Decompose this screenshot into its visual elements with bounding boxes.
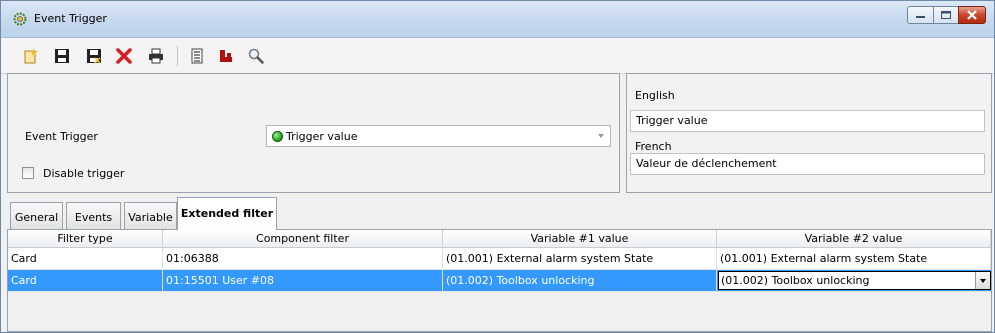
print-icon [149, 48, 163, 64]
new-icon [24, 48, 38, 64]
save-close-button[interactable] [85, 47, 103, 65]
column-header-component-filter[interactable]: Component filter [163, 230, 443, 247]
cell-component-filter[interactable]: 01:15501 User #08 [163, 270, 443, 291]
delete-button[interactable] [115, 47, 133, 65]
translations-panel: English Trigger value French Valeur de d… [626, 73, 992, 193]
save-button[interactable] [53, 47, 71, 65]
english-label: English [635, 89, 675, 102]
french-field[interactable]: Valeur de déclenchement [630, 153, 985, 175]
list-icon [191, 48, 203, 64]
column-header-variable-2[interactable]: Variable #2 value [717, 230, 991, 247]
cell-component-filter[interactable]: 01:06388 [163, 248, 443, 269]
tab-events[interactable]: Events [66, 202, 121, 229]
cell-variable-2[interactable]: (01.001) External alarm system State [717, 248, 991, 269]
save-close-icon [87, 49, 101, 64]
column-header-filter-type[interactable]: Filter type [8, 230, 163, 247]
print-button[interactable] [147, 47, 165, 65]
search-icon [248, 48, 264, 64]
variable-2-dropdown-editor[interactable]: (01.002) Toolbox unlocking [718, 271, 991, 290]
disable-trigger-checkbox[interactable] [22, 167, 34, 179]
cell-filter-type[interactable]: Card [8, 270, 163, 291]
event-trigger-select[interactable]: Trigger value [266, 125, 611, 147]
maximize-button[interactable] [933, 6, 959, 24]
list-button[interactable] [188, 47, 206, 65]
tab-variable[interactable]: Variable [124, 202, 177, 229]
cell-filter-type[interactable]: Card [8, 248, 163, 269]
delete-icon [116, 48, 132, 64]
window-title: Event Trigger [34, 12, 107, 25]
green-status-icon [272, 131, 283, 142]
english-field[interactable]: Trigger value [630, 110, 985, 132]
table-row[interactable]: Card 01:06388 (01.001) External alarm sy… [8, 248, 991, 270]
close-icon [967, 10, 977, 20]
table-row-selected[interactable]: Card 01:15501 User #08 (01.002) Toolbox … [8, 270, 991, 292]
event-trigger-label: Event Trigger [25, 130, 98, 143]
maximize-icon [941, 11, 951, 19]
event-trigger-window: Event Trigger Event Trigger Trigger valu… [0, 0, 995, 333]
tab-extended-filter[interactable]: Extended filter [177, 197, 277, 230]
link-icon [220, 50, 232, 62]
minimize-icon [916, 16, 925, 18]
toolbar-separator [177, 46, 178, 66]
toolbar [1, 38, 994, 74]
event-trigger-selected-value: Trigger value [286, 130, 358, 143]
search-button[interactable] [247, 47, 265, 65]
title-bar[interactable]: Event Trigger [1, 1, 994, 38]
event-trigger-app-icon [13, 12, 27, 26]
column-header-variable-1[interactable]: Variable #1 value [443, 230, 717, 247]
minimize-button[interactable] [907, 6, 934, 24]
link-button[interactable] [217, 47, 235, 65]
grid-header: Filter type Component filter Variable #1… [8, 230, 991, 248]
tab-general[interactable]: General [10, 202, 63, 229]
cell-variable-1[interactable]: (01.002) Toolbox unlocking [443, 270, 717, 291]
french-label: French [635, 140, 672, 153]
extended-filter-grid: Filter type Component filter Variable #1… [7, 229, 992, 332]
disable-trigger-label[interactable]: Disable trigger [43, 167, 124, 180]
save-icon [55, 49, 69, 63]
variable-2-editor-value: (01.002) Toolbox unlocking [721, 274, 870, 287]
trigger-properties-panel: Event Trigger Trigger value Disable trig… [7, 73, 620, 193]
chevron-down-icon [598, 134, 604, 138]
new-button[interactable] [22, 47, 40, 65]
dropdown-arrow-icon[interactable] [975, 272, 990, 289]
cell-variable-1[interactable]: (01.001) External alarm system State [443, 248, 717, 269]
close-button[interactable] [958, 6, 986, 24]
